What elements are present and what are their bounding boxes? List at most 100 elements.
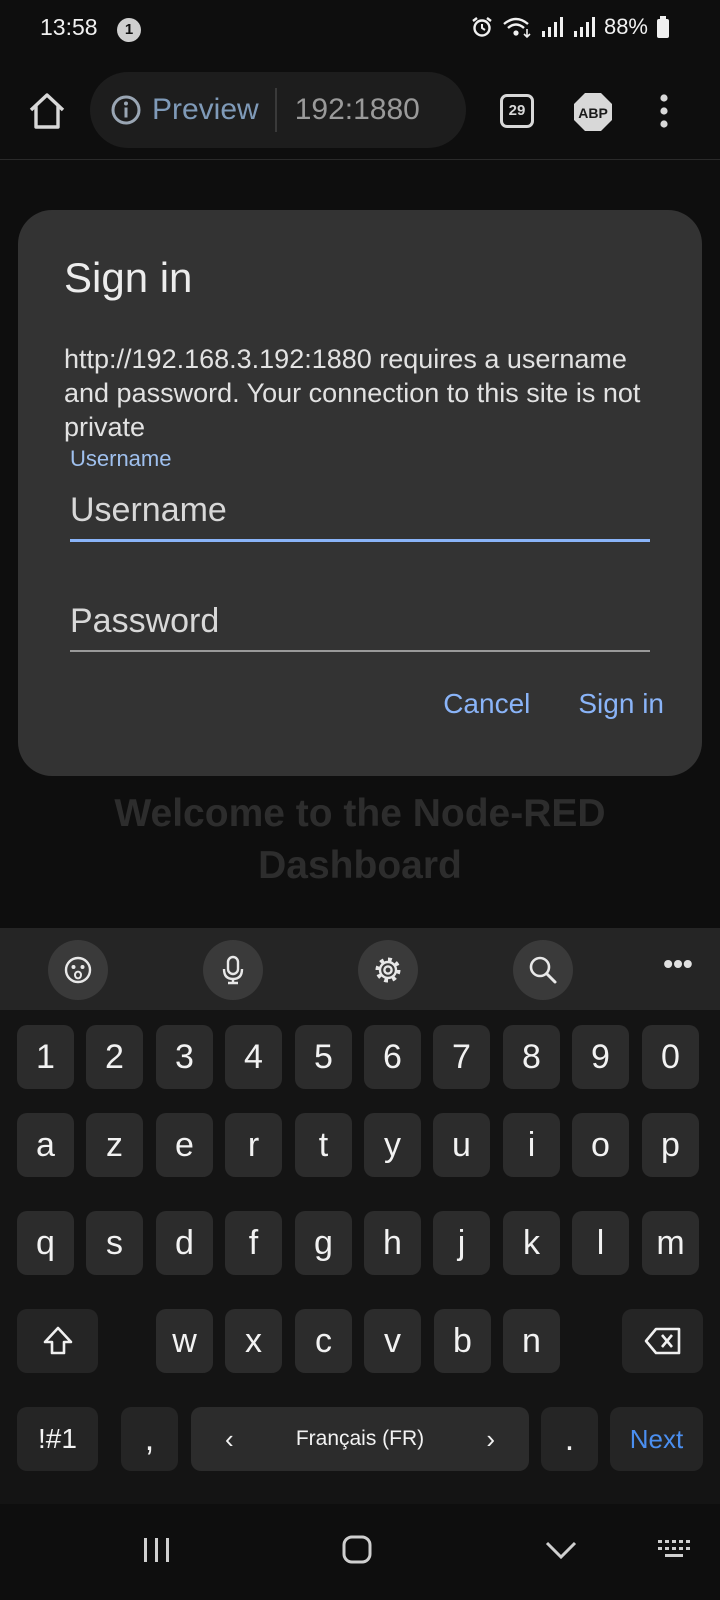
next-key-label: Next xyxy=(629,1423,684,1454)
key-4[interactable]: 4 xyxy=(225,1025,282,1089)
key-x-label: x xyxy=(245,1321,262,1360)
period-key[interactable]: . xyxy=(541,1407,598,1471)
backspace-key[interactable] xyxy=(622,1309,703,1373)
key-f-label: f xyxy=(248,1223,259,1262)
key-z[interactable]: z xyxy=(86,1113,143,1177)
keyboard: ••• 1 2 3 4 5 6 7 8 9 0 a z e r t y u i o p q s d f g h j k l m w x c v b n… xyxy=(0,928,720,1504)
key-a-label: a xyxy=(36,1125,55,1164)
status-bar: 13:58 1 88% xyxy=(0,0,720,60)
key-s-label: s xyxy=(106,1223,123,1262)
status-icons: 88% xyxy=(470,14,670,40)
symbols-key[interactable]: !#1 xyxy=(17,1407,98,1471)
microphone-icon xyxy=(222,955,244,985)
key-v-label: v xyxy=(384,1321,401,1360)
keyboard-switch-icon[interactable] xyxy=(656,1532,692,1566)
key-8[interactable]: 8 xyxy=(503,1025,560,1089)
shift-key[interactable] xyxy=(17,1309,98,1373)
key-n[interactable]: n xyxy=(503,1309,560,1373)
dialog-message: http://192.168.3.192:1880 requires a use… xyxy=(64,344,641,442)
wifi-icon xyxy=(503,17,531,39)
next-key[interactable]: Next xyxy=(610,1407,703,1471)
key-t-label: t xyxy=(318,1125,329,1164)
adblock-icon[interactable]: ABP xyxy=(572,91,614,133)
key-a[interactable]: a xyxy=(17,1113,74,1177)
keyboard-search-button[interactable] xyxy=(513,940,573,1000)
key-d[interactable]: d xyxy=(156,1211,213,1275)
navigation-bar xyxy=(0,1504,720,1600)
key-m-label: m xyxy=(656,1223,685,1262)
home-icon[interactable] xyxy=(26,90,68,132)
key-c[interactable]: c xyxy=(295,1309,352,1373)
keyboard-settings-button[interactable] xyxy=(358,940,418,1000)
key-q-label: q xyxy=(36,1223,55,1262)
url-bar[interactable]: Preview 192:1880 xyxy=(90,72,466,148)
language-prev-icon: ‹ xyxy=(225,1423,234,1454)
key-q[interactable]: q xyxy=(17,1211,74,1275)
info-icon[interactable] xyxy=(110,94,142,126)
key-3-label: 3 xyxy=(175,1037,194,1076)
key-e[interactable]: e xyxy=(156,1113,213,1177)
key-h[interactable]: h xyxy=(364,1211,421,1275)
key-5[interactable]: 5 xyxy=(295,1025,352,1089)
key-j[interactable]: j xyxy=(433,1211,490,1275)
key-7[interactable]: 7 xyxy=(433,1025,490,1089)
key-8-label: 8 xyxy=(522,1037,541,1076)
key-v[interactable]: v xyxy=(364,1309,421,1373)
alarm-icon xyxy=(472,17,492,37)
tab-switcher-button[interactable]: 29 xyxy=(500,94,534,128)
key-l[interactable]: l xyxy=(572,1211,629,1275)
key-9[interactable]: 9 xyxy=(572,1025,629,1089)
key-f[interactable]: f xyxy=(225,1211,282,1275)
username-input[interactable] xyxy=(70,482,650,539)
password-field[interactable] xyxy=(70,592,650,652)
key-o-label: o xyxy=(591,1125,610,1164)
keyboard-toolbar: ••• xyxy=(0,928,720,1010)
battery-icon xyxy=(657,16,669,38)
key-x[interactable]: x xyxy=(225,1309,282,1373)
key-k[interactable]: k xyxy=(503,1211,560,1275)
key-6-label: 6 xyxy=(383,1037,402,1076)
dialog-title: Sign in xyxy=(64,254,193,301)
key-s[interactable]: s xyxy=(86,1211,143,1275)
key-3[interactable]: 3 xyxy=(156,1025,213,1089)
key-k-label: k xyxy=(523,1223,540,1262)
key-b-label: b xyxy=(453,1321,472,1360)
key-w[interactable]: w xyxy=(156,1309,213,1373)
language-next-icon: › xyxy=(486,1423,495,1454)
cancel-button[interactable]: Cancel xyxy=(443,688,530,720)
signin-button[interactable]: Sign in xyxy=(578,688,664,720)
key-2[interactable]: 2 xyxy=(86,1025,143,1089)
key-w-label: w xyxy=(172,1321,197,1360)
keyboard-more-icon[interactable]: ••• xyxy=(660,948,696,988)
recent-apps-icon[interactable] xyxy=(140,1532,174,1566)
key-y[interactable]: y xyxy=(364,1113,421,1177)
key-l-label: l xyxy=(596,1223,605,1262)
password-input[interactable] xyxy=(70,592,650,650)
key-b[interactable]: b xyxy=(434,1309,491,1373)
username-floating-label: Username xyxy=(70,446,172,471)
key-g[interactable]: g xyxy=(295,1211,352,1275)
key-y-label: y xyxy=(384,1125,401,1164)
signal-icon xyxy=(541,17,563,37)
key-o[interactable]: o xyxy=(572,1113,629,1177)
comma-key[interactable]: , xyxy=(121,1407,178,1471)
key-n-label: n xyxy=(522,1321,541,1360)
key-m[interactable]: m xyxy=(642,1211,699,1275)
key-6[interactable]: 6 xyxy=(364,1025,421,1089)
adblock-label: ABP xyxy=(578,105,608,121)
battery-percent: 88% xyxy=(603,14,648,39)
home-nav-icon[interactable] xyxy=(340,1532,374,1566)
key-r[interactable]: r xyxy=(225,1113,282,1177)
more-options-icon[interactable] xyxy=(654,90,674,132)
key-t[interactable]: t xyxy=(295,1113,352,1177)
key-u[interactable]: u xyxy=(433,1113,490,1177)
username-field[interactable] xyxy=(70,482,650,542)
key-1[interactable]: 1 xyxy=(17,1025,74,1089)
key-0[interactable]: 0 xyxy=(642,1025,699,1089)
space-key[interactable]: ‹ Français (FR) › xyxy=(191,1407,529,1471)
key-p[interactable]: p xyxy=(642,1113,699,1177)
key-i[interactable]: i xyxy=(503,1113,560,1177)
emoji-button[interactable] xyxy=(48,940,108,1000)
voice-input-button[interactable] xyxy=(203,940,263,1000)
hide-keyboard-icon[interactable] xyxy=(544,1532,578,1566)
